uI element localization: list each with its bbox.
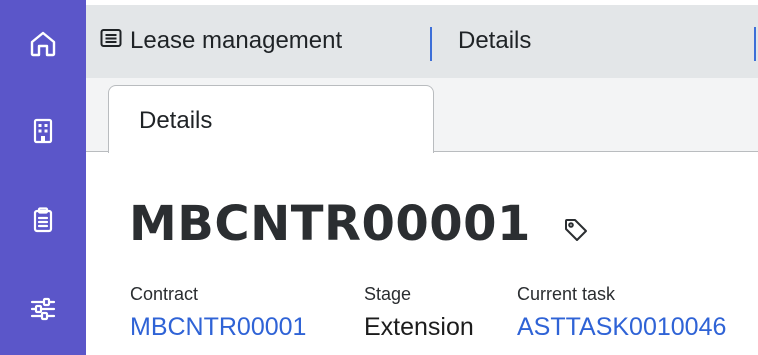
tab-details[interactable]: Details [108,85,434,153]
breadcrumb-separator [754,27,756,61]
breadcrumb-details: Details [458,27,531,55]
field-stage: Stage Extension [364,284,474,342]
list-icon [100,27,122,55]
breadcrumb-details-label: Details [458,27,532,54]
home-icon[interactable] [22,23,64,65]
building-icon[interactable] [22,110,64,152]
tag-icon[interactable] [563,217,589,243]
breadcrumb-separator [430,27,432,61]
field-current-task: Current task ASTTASK0010046 [517,284,726,342]
field-contract-label: Contract [130,284,199,304]
stage-value: Extension [364,313,474,341]
record-title: MBCNTR00001 [129,196,531,252]
breadcrumb: Lease management Details [86,0,758,78]
current-task-link[interactable]: ASTTASK0010046 [517,313,726,342]
breadcrumb-lease-management[interactable]: Lease management [100,27,342,55]
field-current-task-label: Current task [517,284,616,304]
field-contract: Contract MBCNTR00001 [130,284,306,342]
sidebar [0,0,86,355]
field-stage-label: Stage [364,284,412,304]
contract-link[interactable]: MBCNTR00001 [130,313,306,342]
tab-strip: Details [86,78,758,153]
breadcrumb-lease-label: Lease management [130,27,343,54]
clipboard-icon[interactable] [22,199,64,241]
sliders-icon[interactable] [22,288,64,330]
tab-details-label: Details [139,107,213,134]
